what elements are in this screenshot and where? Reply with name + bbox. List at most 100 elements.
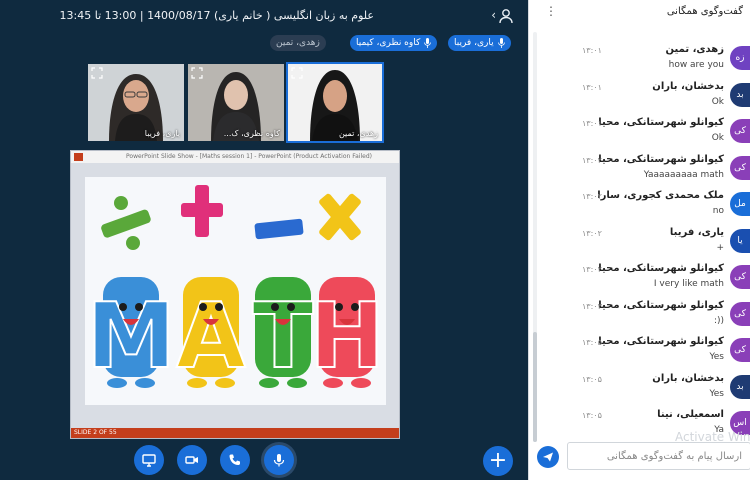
chat-message-sender: کیوانلو شهرستانکی، محیا xyxy=(598,153,724,165)
chat-message-text: no xyxy=(712,206,724,216)
math-letter: M xyxy=(86,284,176,389)
video-tile[interactable]: یاری، فریبا xyxy=(88,64,184,141)
phone-button[interactable] xyxy=(220,445,250,475)
slide-content: MATH xyxy=(85,177,386,405)
send-button[interactable] xyxy=(537,446,559,468)
video-tile[interactable]: زهدی، تمین xyxy=(286,62,384,143)
meeting-title: علوم به زبان انگلیسی ( خانم یاری) 1400/0… xyxy=(59,9,374,22)
send-icon xyxy=(543,452,553,462)
actions-plus-button[interactable]: + xyxy=(483,446,513,476)
plus-symbol xyxy=(181,203,223,217)
foot xyxy=(351,378,371,388)
chat-message-time: ۱۳:۰۲ xyxy=(582,155,602,165)
speaker-pill[interactable]: یاری، فریبا xyxy=(448,35,511,51)
foot xyxy=(187,378,207,388)
chat-message-time: ۱۳:۰۱ xyxy=(582,82,602,92)
video-tile-label: کاوه نظری، ک... xyxy=(223,129,280,138)
chat-message: کی کیوانلو شهرستانکی، محیا ۱۳:۰۱ Ok xyxy=(528,113,750,149)
chat-message-text: Yes xyxy=(709,388,724,399)
phone-icon xyxy=(229,454,240,465)
powerpoint-icon xyxy=(74,153,83,161)
microphone-icon xyxy=(497,38,505,48)
shared-screen: PowerPoint Slide Show - [Maths session 1… xyxy=(70,150,400,439)
speaker-pill[interactable]: زهدی، تمین xyxy=(270,35,326,51)
chat-message-text: + xyxy=(716,242,724,253)
chat-message-time: ۱۳:۰۲ xyxy=(582,265,602,274)
chat-message-time: ۱۳:۰۵ xyxy=(582,411,602,420)
chat-message-text: Yes xyxy=(709,352,724,362)
eye xyxy=(335,303,343,311)
chat-message-time: ۱۳:۰۳ xyxy=(582,301,602,311)
foot xyxy=(259,378,279,388)
chat-message-sender: بدخشان، باران xyxy=(652,80,724,92)
chat-message: کی کیوانلو شهرستانکی، محیا ۱۳:۰۲ Yaaaaaaaaa… xyxy=(528,150,750,186)
divide-dot xyxy=(126,236,140,250)
avatar[interactable]: بد xyxy=(730,82,750,107)
speaker-pill[interactable]: کاوه نظری، کیمیا xyxy=(350,35,438,51)
user-icon[interactable] xyxy=(498,8,514,24)
minus-symbol xyxy=(254,218,304,240)
foot xyxy=(323,378,343,388)
avatar[interactable]: کی xyxy=(730,301,750,326)
slide-counter: SLIDE 2 OF 55 xyxy=(74,429,117,436)
video-camera-icon xyxy=(185,456,198,464)
slide-window-title: PowerPoint Slide Show - [Maths session 1… xyxy=(126,153,372,160)
avatar[interactable]: بد xyxy=(730,374,750,399)
chat-message-sender: کیوانلو شهرستانکی، محیا xyxy=(598,336,724,347)
meeting-stage: ‹ علوم به زبان انگلیسی ( خانم یاری) 1400… xyxy=(0,0,528,480)
avatar[interactable]: کی xyxy=(730,265,750,289)
video-tile[interactable]: کاوه نظری، ک... xyxy=(188,64,284,141)
avatar[interactable]: کی xyxy=(730,155,750,180)
chat-input[interactable]: ارسال پیام به گفت‌وگوی همگانی xyxy=(567,442,750,470)
chat-message: مل ملک محمدی کجوری، سارا ۱۳:۰۲ no xyxy=(528,186,750,222)
speaker-pill-label: یاری، فریبا xyxy=(454,38,494,48)
chat-message-sender: کیوانلو شهرستانکی، محیا xyxy=(598,263,724,274)
eye xyxy=(287,303,295,311)
video-tile-label: یاری، فریبا xyxy=(144,129,180,138)
math-letter: A xyxy=(176,284,246,389)
app-root: ‹ علوم به زبان انگلیسی ( خانم یاری) 1400… xyxy=(0,0,750,480)
math-illustration: M A TH xyxy=(85,185,386,390)
chat-message-sender: کیوانلو شهرستانکی، محیا xyxy=(598,117,724,128)
foot xyxy=(215,378,235,388)
chat-title: گفت‌وگوی همگانی xyxy=(666,6,743,17)
chat-panel: ⋮ گفت‌وگوی همگانی زه زهدی، تمین ۱۳:۰۱ how a… xyxy=(528,0,750,480)
chat-message-sender: کیوانلو شهرستانکی، محیا xyxy=(598,299,724,311)
microphone-icon xyxy=(273,454,285,467)
chat-message-text: Yaaaaaaaaa math xyxy=(643,169,724,180)
avatar[interactable]: زه xyxy=(730,46,750,70)
chat-message-text: Ok xyxy=(711,96,724,107)
eye xyxy=(199,303,207,311)
chat-message: یا یاری، فریبا ۱۳:۰۲ + xyxy=(528,223,750,259)
share-screen-button[interactable] xyxy=(134,445,164,475)
chat-message: کی کیوانلو شهرستانکی، محیا ۱۳:۰۵ Yes xyxy=(528,332,750,368)
chat-message-time: ۱۳:۰۵ xyxy=(582,374,602,384)
chat-message-sender: اسمعیلی، نینا xyxy=(657,409,724,420)
chevron-left-icon[interactable]: ‹ xyxy=(491,8,496,22)
chat-message-sender: بدخشان، باران xyxy=(652,372,724,384)
chat-message-time: ۱۳:۰۲ xyxy=(582,192,602,201)
chat-message: کی کیوانلو شهرستانکی، محیا ۱۳:۰۲ I very lik… xyxy=(528,259,750,295)
more-options-icon[interactable]: ⋮ xyxy=(545,4,557,18)
slide-status-bar: SLIDE 2 OF 55 xyxy=(71,428,399,438)
chat-message: زه زهدی، تمین ۱۳:۰۱ how are you xyxy=(528,40,750,76)
slide-window-titlebar: PowerPoint Slide Show - [Maths session 1… xyxy=(71,151,399,163)
avatar[interactable]: کی xyxy=(730,119,750,143)
chat-message-time: ۱۳:۰۱ xyxy=(582,119,602,128)
chat-message-sender: ملک محمدی کجوری، سارا xyxy=(597,190,724,201)
camera-button[interactable] xyxy=(177,445,207,475)
math-letter: H xyxy=(309,284,384,389)
video-tile-label: زهدی، تمین xyxy=(338,129,378,138)
avatar[interactable]: کی xyxy=(730,338,750,362)
chat-message: بد بدخشان، باران ۱۳:۰۵ Yes xyxy=(528,369,750,405)
microphone-button[interactable] xyxy=(264,445,294,475)
eye xyxy=(215,303,223,311)
chat-message-time: ۱۳:۰۱ xyxy=(582,46,602,55)
speaker-pill-label: زهدی، تمین xyxy=(276,38,320,48)
eye xyxy=(135,303,143,311)
chat-message-text: how are you xyxy=(668,60,724,70)
avatar[interactable]: یا xyxy=(730,228,750,253)
microphone-icon xyxy=(424,38,432,48)
eye xyxy=(119,303,127,311)
avatar[interactable]: مل xyxy=(730,192,750,216)
